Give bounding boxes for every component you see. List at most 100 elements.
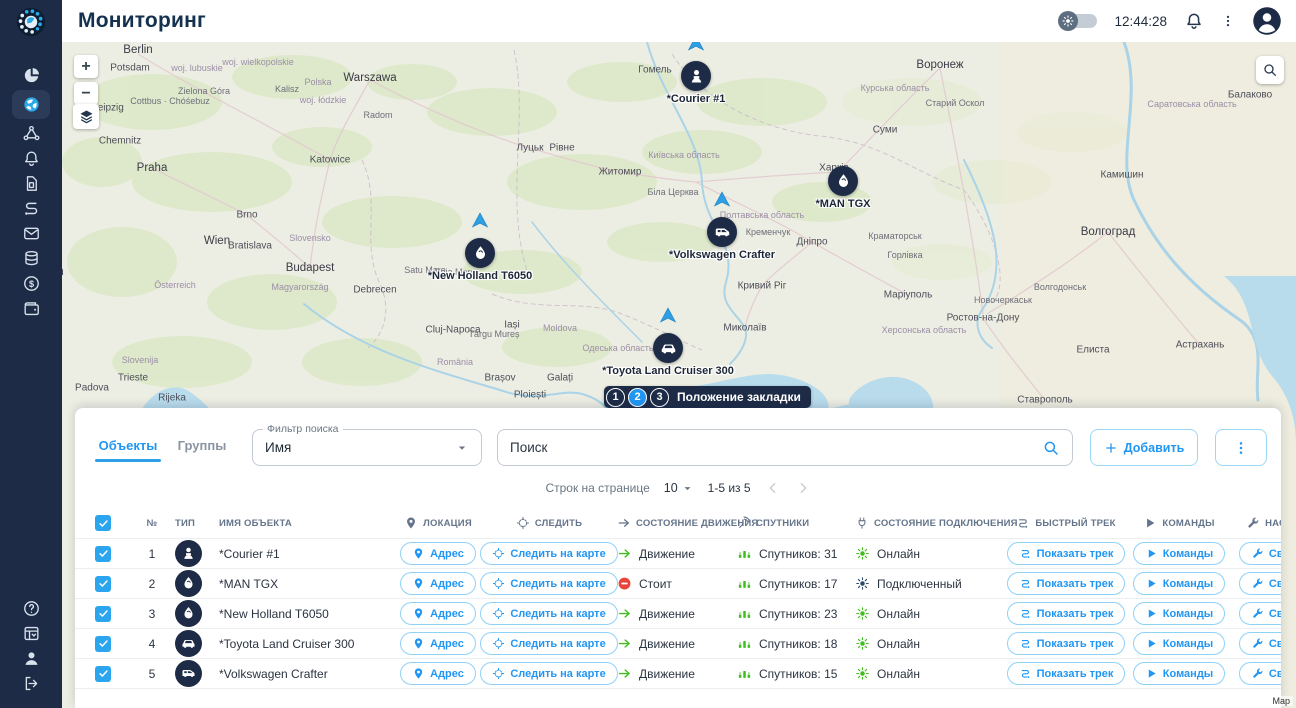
sidebar-item-logout[interactable] [12,671,50,696]
sidebar-item-globe[interactable] [12,90,50,119]
pagination: Строк на странице 10 1-5 из 5 [75,476,1281,500]
map-label: Херсонська область [881,325,967,335]
sidebar-item-sim-card[interactable] [12,171,50,196]
follow-on-map-button[interactable]: Следить на карте [480,602,618,625]
map-label: Дніпро [796,236,828,248]
follow-on-map-button[interactable]: Следить на карте [480,662,618,685]
notifications-bell-icon[interactable] [1184,11,1204,31]
wrench-icon [1251,667,1264,680]
bookmark-step[interactable]: 1 [606,387,625,407]
car-icon [175,630,202,657]
settings-button[interactable]: Свойства [1238,572,1281,595]
prev-page-icon[interactable] [765,480,781,496]
crosshair-icon [492,637,505,650]
user-avatar[interactable] [1252,6,1282,36]
address-button[interactable]: Адрес [400,662,476,685]
vehicle-marker[interactable]: *Volkswagen Crafter [669,191,775,261]
row-number: 4 [148,636,156,651]
layers-icon[interactable] [73,104,99,129]
connection-status: Онлайн [877,546,920,561]
bookmark-step[interactable]: 3 [650,387,669,407]
sidebar-item-help[interactable] [12,596,50,621]
address-button[interactable]: Адрес [400,632,476,655]
tab-objects[interactable]: Объекты [91,428,165,462]
vehicle-marker[interactable]: *Toyota Land Cruiser 300 [602,307,734,377]
connection-status-icon [855,636,870,651]
vehicle-marker[interactable]: *Courier #1 [667,42,725,105]
bookmark-position-bar: 123 Положение закладки [604,386,811,408]
vehicle-marker[interactable]: *New Holland T6050 [428,212,532,282]
map-label: Potsdam [110,62,150,74]
map-label: Горлівка [887,250,923,260]
rows-per-page-select[interactable]: 10 [664,481,694,495]
show-track-button[interactable]: Показать трек [1006,542,1126,565]
theme-toggle[interactable] [1058,11,1098,31]
row-checkbox[interactable] [95,665,111,682]
address-button[interactable]: Адрес [400,542,476,565]
sidebar-item-route[interactable] [12,196,50,221]
sidebar-item-network[interactable] [12,121,50,146]
add-button[interactable]: Добавить [1090,429,1198,466]
sidebar-item-bell[interactable] [12,146,50,171]
row-checkbox[interactable] [95,545,111,562]
follow-on-map-button[interactable]: Следить на карте [480,632,618,655]
column-header: СПУТНИКИ [737,516,855,530]
settings-button[interactable]: Свойства [1238,662,1281,685]
show-track-button[interactable]: Показать трек [1006,632,1126,655]
search-filter-select[interactable]: Фильтр поиска Имя [252,423,482,466]
arrow-right-icon [617,516,631,530]
map-search-icon[interactable] [1256,56,1284,84]
address-button[interactable]: Адрес [400,602,476,625]
settings-button[interactable]: Свойства [1238,602,1281,625]
sidebar-item-mail[interactable] [12,221,50,246]
commands-button[interactable]: Команды [1132,572,1226,595]
column-header: СЛЕДИТЬ [481,516,617,530]
settings-button[interactable]: Свойства [1238,542,1281,565]
more-actions-button[interactable] [1215,429,1267,466]
commands-button[interactable]: Команды [1132,542,1226,565]
sidebar-item-person[interactable] [12,646,50,671]
next-page-icon[interactable] [795,480,811,496]
plus-icon [1104,441,1118,455]
map-label: Radom [363,110,393,120]
zoom-out-button[interactable]: − [74,82,98,105]
column-header: СОСТОЯНИЕ ПОДКЛЮЧЕНИЯ [855,516,1017,530]
show-track-button[interactable]: Показать трек [1006,662,1126,685]
object-name: *Volkswagen Crafter [219,666,328,681]
direction-arrow-icon [713,191,731,213]
object-name: *Toyota Land Cruiser 300 [219,636,355,651]
table-row: 5 *Volkswagen Crafter Адрес Следить на карт… [75,659,1281,689]
commands-button[interactable]: Команды [1132,632,1226,655]
tab-groups[interactable]: Группы [165,428,239,462]
map-label: Polska [304,77,332,87]
bookmark-step[interactable]: 2 [628,387,647,407]
kebab-menu-icon[interactable] [1221,11,1235,31]
follow-on-map-button[interactable]: Следить на карте [480,542,618,565]
commands-button[interactable]: Команды [1132,662,1226,685]
map-label: Воронеж [916,59,964,71]
follow-on-map-button[interactable]: Следить на карте [480,572,618,595]
commands-button[interactable]: Команды [1132,602,1226,625]
svg-text:$: $ [28,279,33,289]
pagination-range: 1-5 из 5 [707,481,751,495]
select-all-checkbox[interactable] [95,515,111,531]
sidebar-item-pie-chart[interactable] [12,63,50,88]
show-track-button[interactable]: Показать трек [1006,602,1126,625]
moving-icon [617,636,632,651]
vehicle-marker[interactable]: *MAN TGX [816,166,871,210]
search-icon[interactable] [1042,439,1060,457]
show-track-button[interactable]: Показать трек [1006,572,1126,595]
tractor-icon [175,600,202,627]
sidebar-item-wallet[interactable] [12,296,50,321]
settings-button[interactable]: Свойства [1238,632,1281,655]
address-button[interactable]: Адрес [400,572,476,595]
row-checkbox[interactable] [95,635,111,652]
sidebar-item-coin[interactable]: $ [12,271,50,296]
search-input[interactable] [510,440,1042,455]
zoom-in-button[interactable]: + [74,55,98,78]
stopped-icon [617,576,632,591]
row-checkbox[interactable] [95,575,111,592]
sidebar-item-news[interactable] [12,621,50,646]
sidebar-item-database[interactable] [12,246,50,271]
row-checkbox[interactable] [95,605,111,622]
